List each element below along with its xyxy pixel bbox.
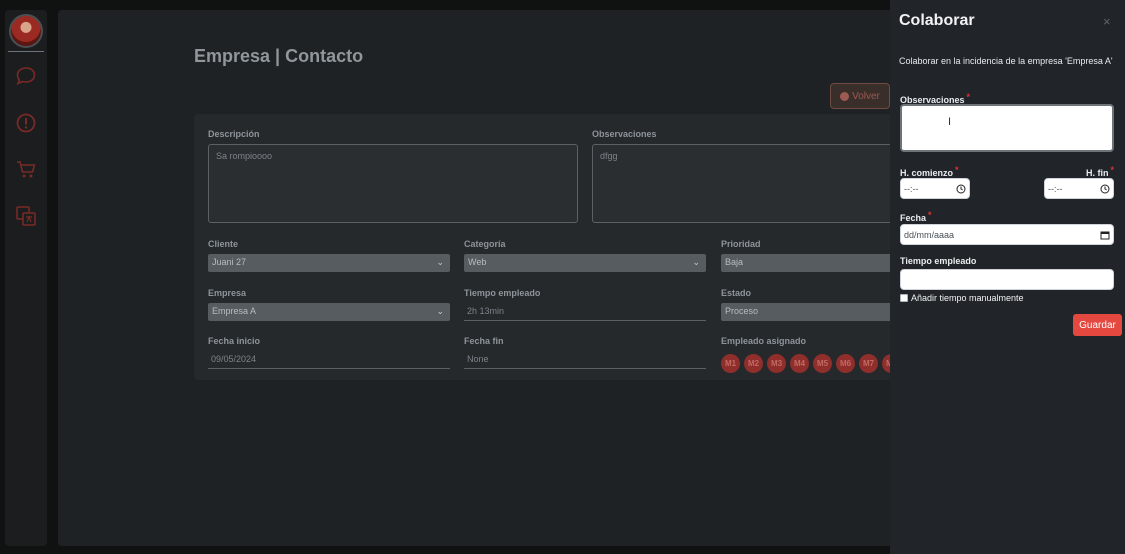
h-comienzo-input[interactable]: --:-- xyxy=(900,178,970,199)
observaciones-label: Observaciones xyxy=(592,129,657,139)
employee-badge[interactable]: M3 xyxy=(767,354,786,373)
required-mark: * xyxy=(955,165,959,175)
prioridad-label: Prioridad xyxy=(721,239,761,249)
back-arrow-icon xyxy=(840,91,850,101)
page-title: Empresa | Contacto xyxy=(194,46,364,66)
main-content: Empresa | Contacto Volver Descripción Sa… xyxy=(58,10,914,546)
fecha-inicio-field: 09/05/2024 xyxy=(208,351,450,369)
prioridad-value: Baja xyxy=(725,257,744,267)
h-fin-label: H. fin * xyxy=(1086,165,1114,178)
tiempo-label: Tiempo empleado xyxy=(464,288,541,298)
fecha-fin-field: None xyxy=(464,351,706,369)
empresa-label: Empresa xyxy=(208,288,247,298)
fecha-fin-label: Fecha fin xyxy=(464,336,504,346)
employee-badge[interactable]: M5 xyxy=(813,354,832,373)
descripcion-label: Descripción xyxy=(208,129,260,139)
calendar-icon[interactable] xyxy=(1100,230,1110,240)
chevron-down-icon: ⌄ xyxy=(436,257,444,267)
tiempo-empleado-input[interactable] xyxy=(900,269,1114,290)
fecha-inicio-label: Fecha inicio xyxy=(208,336,261,346)
cliente-value: Juani 27 xyxy=(212,257,247,267)
fecha-label: Fecha * xyxy=(900,210,932,223)
categoria-label: Categoría xyxy=(464,239,506,249)
avatar[interactable] xyxy=(9,14,43,48)
tiempo-field: 2h 13min xyxy=(464,303,706,321)
required-mark: * xyxy=(1110,165,1115,175)
required-mark: * xyxy=(928,210,932,220)
categoria-select[interactable]: Web ⌄ xyxy=(464,254,706,272)
estado-select[interactable]: Proceso xyxy=(721,303,914,321)
fecha-input[interactable]: dd/mm/aaaa xyxy=(900,224,1114,245)
employee-badge[interactable]: M6 xyxy=(836,354,855,373)
empresa-select[interactable]: Empresa A ⌄ xyxy=(208,303,450,321)
estado-value: Proceso xyxy=(725,306,759,316)
h-fin-label-text: H. fin xyxy=(1086,168,1109,178)
empleado-label: Empleado asignado xyxy=(721,336,807,346)
observaciones-input[interactable]: I xyxy=(900,104,1114,152)
categoria-value: Web xyxy=(468,257,487,267)
back-button-label: Volver xyxy=(852,90,880,102)
h-comienzo-label: H. comienzo * xyxy=(900,165,959,178)
estado-label: Estado xyxy=(721,288,752,298)
chevron-down-icon: ⌄ xyxy=(436,306,444,316)
h-comienzo-label-text: H. comienzo xyxy=(900,168,954,178)
close-icon[interactable]: × xyxy=(1103,14,1111,29)
collaborate-panel: Colaborar × Colaborar en la incidencia d… xyxy=(890,0,1125,554)
manual-time-option[interactable]: Añadir tiempo manualmente xyxy=(900,293,1024,303)
panel-title: Colaborar xyxy=(899,12,975,29)
fecha-label-text: Fecha xyxy=(900,213,927,223)
text-cursor-icon: I xyxy=(948,116,952,128)
observaciones-textarea[interactable]: dfgg xyxy=(592,144,914,223)
sidebar-divider xyxy=(8,51,44,52)
prioridad-select[interactable]: Baja xyxy=(721,254,914,272)
chat-icon[interactable] xyxy=(14,64,38,88)
manual-time-checkbox[interactable] xyxy=(900,294,908,302)
cliente-label: Cliente xyxy=(208,239,239,249)
employee-badge[interactable]: M4 xyxy=(790,354,809,373)
h-fin-input[interactable]: --:-- xyxy=(1044,178,1114,199)
employee-badge[interactable]: M2 xyxy=(744,354,763,373)
employee-badge[interactable]: M7 xyxy=(859,354,878,373)
tiempo-empleado-label: Tiempo empleado xyxy=(900,256,977,266)
empresa-value: Empresa A xyxy=(212,306,257,316)
h-comienzo-placeholder: --:-- xyxy=(904,183,919,194)
cliente-select[interactable]: Juani 27 ⌄ xyxy=(208,254,450,272)
descripcion-textarea[interactable]: Sa rompioooo xyxy=(208,144,578,223)
panel-description: Colaborar en la incidencia de la empresa… xyxy=(899,56,1113,66)
required-mark: * xyxy=(966,92,971,102)
alert-icon[interactable] xyxy=(14,111,38,135)
sidebar xyxy=(5,10,47,546)
chevron-down-icon: ⌄ xyxy=(692,257,700,267)
manual-time-label: Añadir tiempo manualmente xyxy=(911,293,1024,303)
clock-icon xyxy=(1100,184,1110,193)
h-fin-placeholder: --:-- xyxy=(1048,183,1063,194)
incident-card: Descripción Sa rompioooo Observaciones d… xyxy=(194,114,914,380)
save-button[interactable]: Guardar xyxy=(1073,314,1122,336)
translate-icon[interactable] xyxy=(14,204,38,228)
fecha-placeholder: dd/mm/aaaa xyxy=(904,229,955,240)
back-button[interactable]: Volver xyxy=(830,83,890,109)
employee-badge[interactable]: M1 xyxy=(721,354,740,373)
cart-icon[interactable] xyxy=(14,157,38,181)
clock-icon xyxy=(956,184,966,193)
